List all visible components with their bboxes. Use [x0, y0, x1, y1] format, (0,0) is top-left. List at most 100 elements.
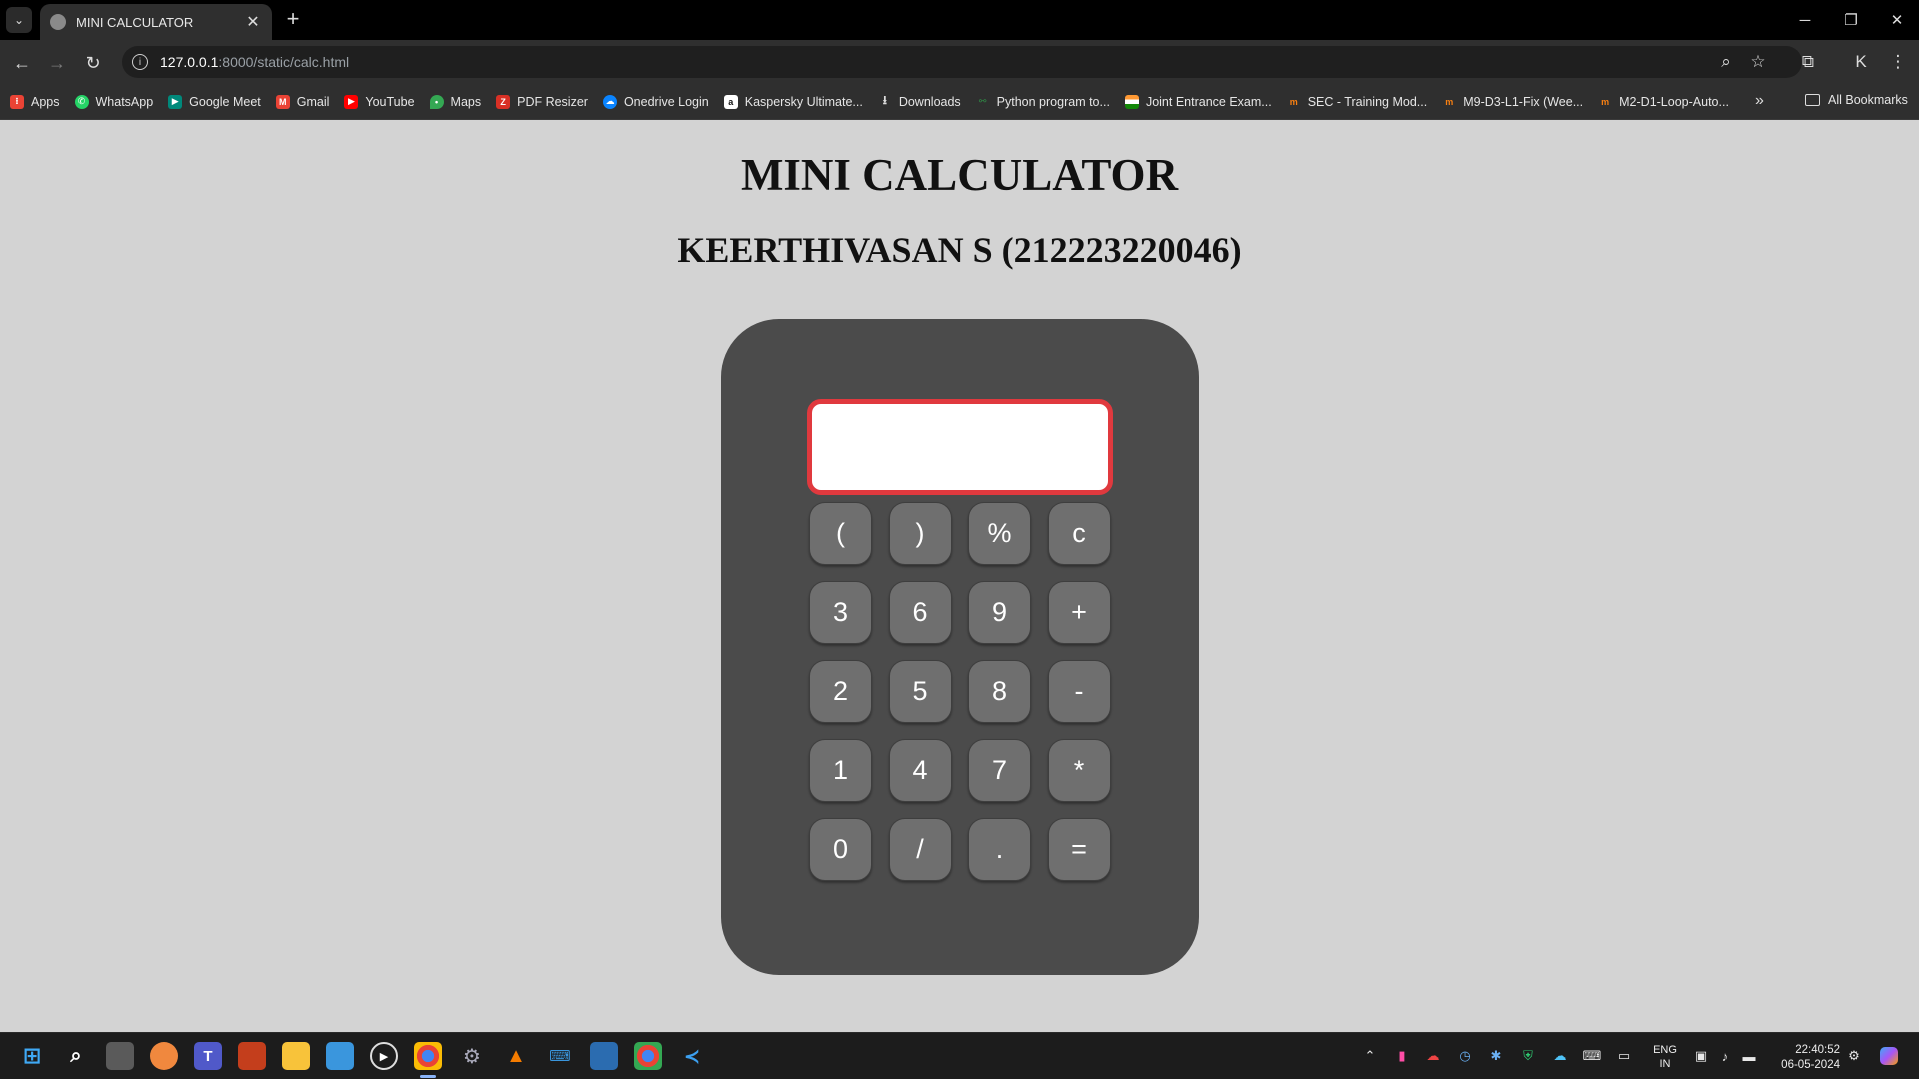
browser-toolbar: ← → ↻ i 127.0.0.1:8000/static/calc.html …	[0, 40, 1919, 84]
vscode-icon[interactable]: ≺	[678, 1042, 706, 1070]
tray-overflow-icon[interactable]: ⌃	[1361, 1047, 1379, 1065]
bookmark-m2[interactable]: m M2-D1-Loop-Auto...	[1598, 95, 1729, 109]
bookmark-label: M2-D1-Loop-Auto...	[1619, 94, 1729, 109]
tray-clock-icon[interactable]: ◷	[1456, 1047, 1474, 1065]
bookmarks-overflow-icon[interactable]: »	[1755, 92, 1764, 110]
forward-arrow-icon[interactable]: →	[44, 50, 70, 76]
key-open-paren[interactable]: (	[809, 502, 872, 565]
bookmark-onedrive[interactable]: ☁ Onedrive Login	[602, 94, 709, 109]
bookmark-apps[interactable]: ⁝ Apps	[10, 94, 60, 109]
keyboard-icon[interactable]: ⌨	[1583, 1047, 1602, 1065]
copilot-tray-icon[interactable]	[1880, 1047, 1898, 1065]
key-percent[interactable]: %	[968, 502, 1031, 565]
key-8[interactable]: 8	[968, 660, 1031, 723]
key-1[interactable]: 1	[809, 739, 872, 802]
terminal-icon[interactable]: ⌨	[546, 1042, 574, 1070]
bookmark-maps[interactable]: • Maps	[429, 94, 482, 109]
battery-icon[interactable]: ▬	[1740, 1047, 1758, 1065]
india-flag-icon	[1124, 94, 1139, 109]
copilot-icon[interactable]	[150, 1042, 178, 1070]
bookmark-label: Python program to...	[996, 94, 1110, 109]
key-3[interactable]: 3	[809, 581, 872, 644]
calculator-display[interactable]	[807, 399, 1113, 495]
key-0[interactable]: 0	[809, 818, 872, 881]
touch-keyboard-icon[interactable]: ▭	[1615, 1047, 1633, 1065]
menu-kebab-icon[interactable]: ⋮	[1886, 50, 1910, 74]
active-tab[interactable]: MINI CALCULATOR ✕	[40, 4, 272, 40]
bookmark-downloads[interactable]: ⭳ Downloads	[878, 93, 961, 109]
chrome-profile-icon[interactable]	[634, 1042, 662, 1070]
tab-close-button[interactable]: ✕	[244, 12, 262, 32]
tray-sync-icon[interactable]: ☁	[1551, 1047, 1569, 1065]
bookmark-sec-training[interactable]: m SEC - Training Mod...	[1287, 95, 1428, 109]
bookmark-youtube[interactable]: ▶ YouTube	[344, 94, 415, 109]
bookmark-label: PDF Resizer	[517, 94, 588, 109]
notification-icon[interactable]: ⚙	[1845, 1047, 1863, 1065]
bookmark-label: Downloads	[898, 94, 961, 109]
windows-start-icon[interactable]: ⊞	[18, 1042, 46, 1070]
bookmark-pdf-resizer[interactable]: Z PDF Resizer	[496, 94, 588, 109]
snipping-tool-icon[interactable]	[238, 1042, 266, 1070]
back-arrow-icon[interactable]: ←	[9, 50, 35, 76]
all-bookmarks-button[interactable]: All Bookmarks	[1805, 93, 1908, 107]
key-clear[interactable]: c	[1047, 502, 1111, 565]
bluetooth-icon[interactable]: ✱	[1487, 1047, 1505, 1065]
volume-icon[interactable]: ♪	[1716, 1047, 1734, 1065]
key-multiply[interactable]: *	[1047, 739, 1111, 802]
extensions-icon[interactable]: ⧉	[1796, 50, 1820, 74]
chrome-icon[interactable]	[414, 1042, 442, 1070]
bookmark-m9[interactable]: m M9-D3-L1-Fix (Wee...	[1442, 95, 1583, 109]
microsoft-store-icon[interactable]	[326, 1042, 354, 1070]
bookmark-jee[interactable]: Joint Entrance Exam...	[1124, 94, 1272, 109]
search-icon[interactable]: ⌕	[62, 1042, 90, 1070]
gfg-icon: ⚯	[978, 96, 987, 106]
key-2[interactable]: 2	[809, 660, 872, 723]
site-info-icon[interactable]: i	[132, 54, 148, 70]
file-explorer-icon[interactable]	[282, 1042, 310, 1070]
language-indicator[interactable]: ENG IN	[1650, 1043, 1680, 1071]
key-9[interactable]: 9	[968, 581, 1031, 644]
bookmark-gmail[interactable]: M Gmail	[275, 94, 329, 109]
folder-icon	[1805, 94, 1820, 106]
key-equals[interactable]: =	[1047, 818, 1111, 881]
key-5[interactable]: 5	[888, 660, 952, 723]
zoom-icon[interactable]: ⌕	[1714, 50, 1738, 74]
minimize-button[interactable]: ─	[1785, 6, 1825, 34]
profile-icon[interactable]: K	[1849, 50, 1873, 74]
google-meet-icon: ▶	[168, 94, 183, 109]
media-player-icon[interactable]: ▶	[370, 1042, 398, 1070]
key-divide[interactable]: /	[888, 818, 952, 881]
vlc-icon[interactable]: ▲	[502, 1042, 530, 1070]
security-shield-icon[interactable]: ⛨	[1519, 1047, 1537, 1065]
system-clock[interactable]: 22:40:52 06-05-2024	[1768, 1043, 1840, 1073]
task-view-icon[interactable]	[106, 1042, 134, 1070]
reload-icon[interactable]: ↻	[80, 50, 106, 76]
page-subtitle: KEERTHIVASAN S (212223220046)	[677, 230, 1242, 270]
key-minus[interactable]: -	[1047, 660, 1111, 723]
bookmark-whatsapp[interactable]: ✆ WhatsApp	[74, 94, 153, 109]
notepad-icon[interactable]	[590, 1042, 618, 1070]
key-6[interactable]: 6	[888, 581, 952, 644]
bookmark-star-icon[interactable]: ☆	[1746, 50, 1770, 74]
settings-gear-icon[interactable]: ⚙	[458, 1042, 486, 1070]
key-close-paren[interactable]: )	[888, 502, 952, 565]
calculator-body: ( ) % c 3 6 9 + 2 5 8 - 1 4 7 * 0 / . =	[721, 319, 1199, 975]
address-bar[interactable]: i 127.0.0.1:8000/static/calc.html	[122, 46, 1802, 78]
bookmark-kaspersky[interactable]: a Kaspersky Ultimate...	[723, 94, 863, 109]
close-window-button[interactable]: ✕	[1877, 6, 1917, 34]
bookmark-google-meet[interactable]: ▶ Google Meet	[168, 94, 261, 109]
network-icon[interactable]: ▣	[1692, 1047, 1710, 1065]
key-4[interactable]: 4	[888, 739, 952, 802]
tray-app-icon[interactable]: ▮	[1393, 1047, 1411, 1065]
restore-button[interactable]: ❐	[1831, 6, 1871, 34]
tab-search-button[interactable]: ⌄	[6, 7, 32, 33]
key-7[interactable]: 7	[968, 739, 1031, 802]
url-path: :8000/static/calc.html	[218, 54, 350, 70]
tray-onedrive-icon[interactable]: ☁	[1424, 1047, 1442, 1065]
bookmark-label: Maps	[450, 94, 482, 109]
key-decimal[interactable]: .	[968, 818, 1031, 881]
key-plus[interactable]: +	[1047, 581, 1111, 644]
teams-icon[interactable]: T	[194, 1042, 222, 1070]
new-tab-button[interactable]: +	[280, 6, 306, 32]
bookmark-python-program[interactable]: ⚯ Python program to...	[976, 95, 1110, 109]
